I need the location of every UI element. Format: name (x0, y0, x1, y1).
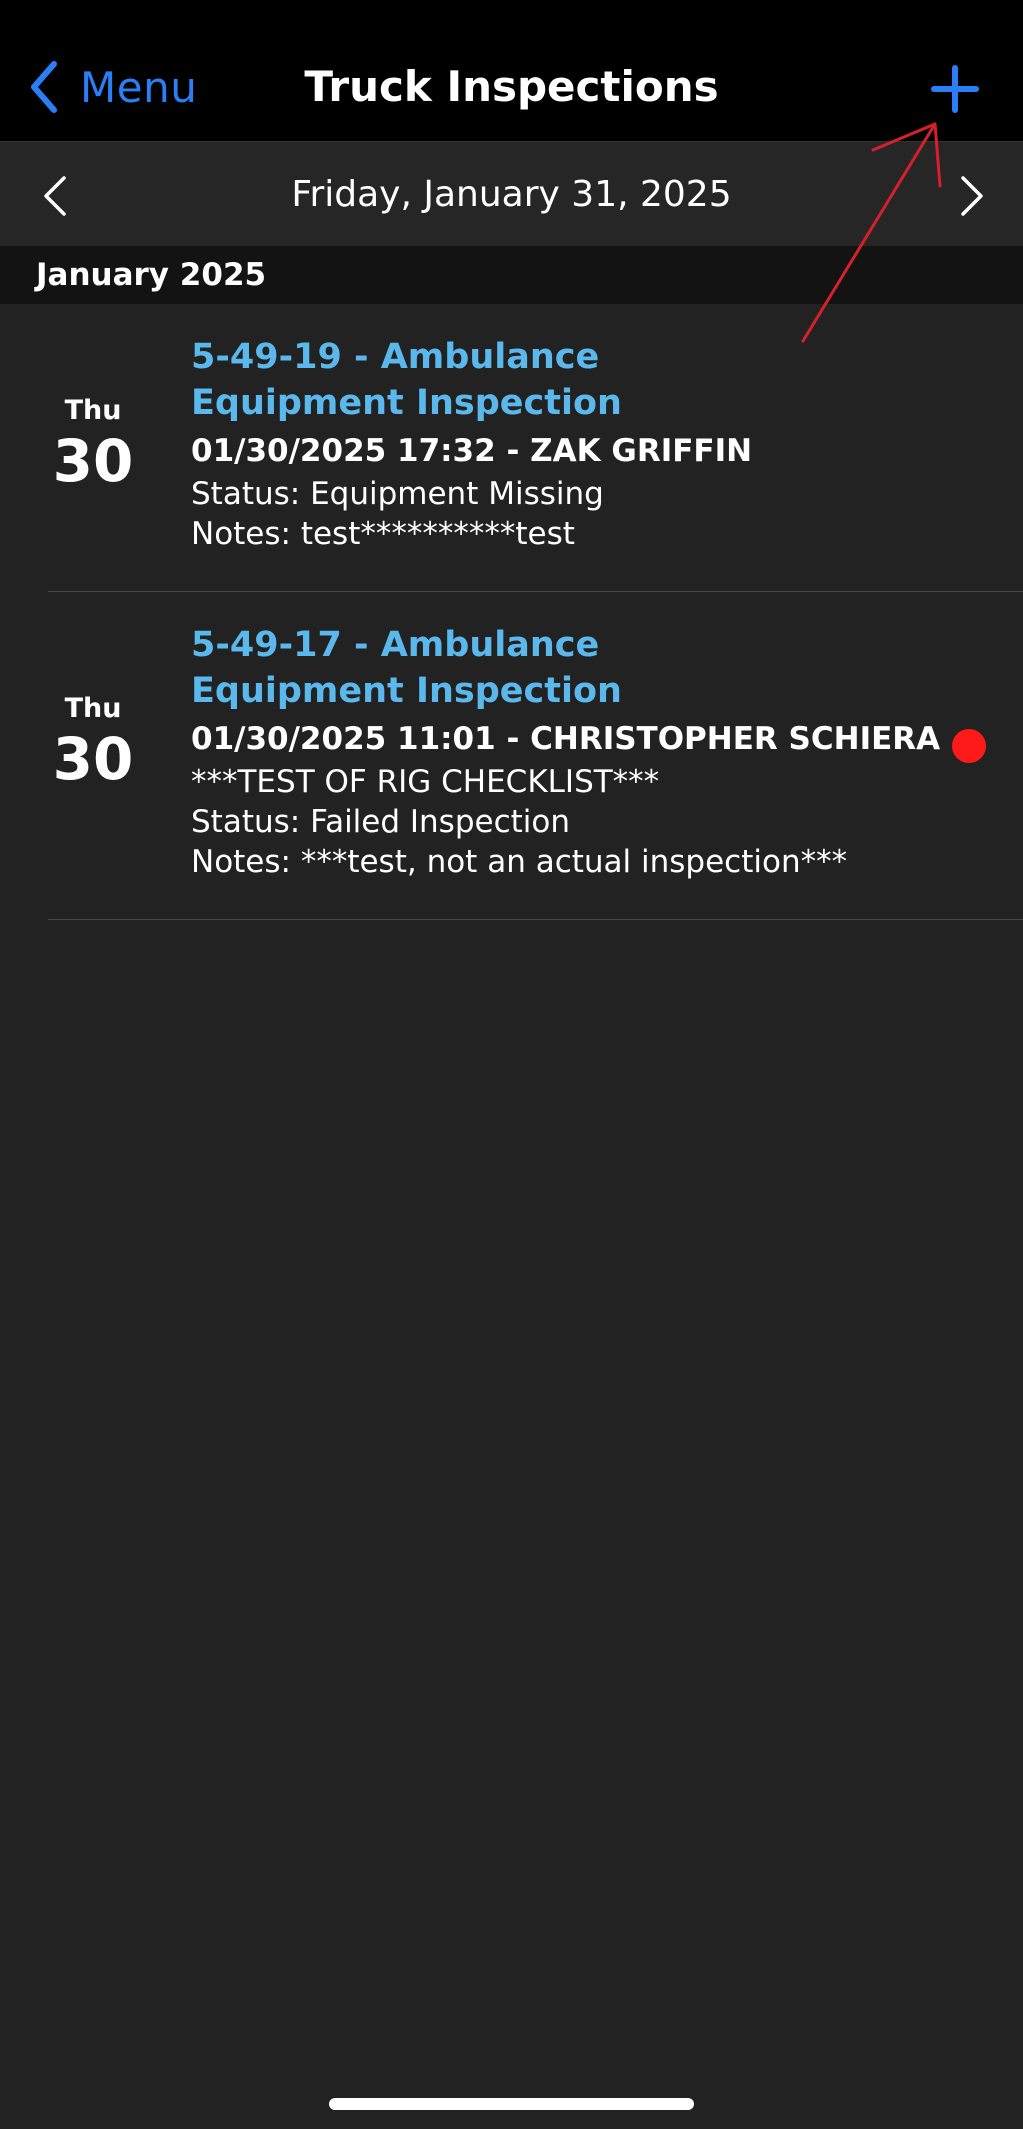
day-of-week: Thu (64, 693, 122, 724)
month-section-header: January 2025 (0, 246, 1023, 304)
inspection-title: Equipment Inspection (191, 671, 622, 711)
date-navigation-bar: Friday, January 31, 2025 (0, 141, 1023, 247)
inspection-date-column: Thu 30 (28, 394, 158, 494)
failed-status-dot (952, 729, 986, 763)
inspection-content: 5-49-19 - Ambulance Equipment Inspection… (191, 334, 963, 554)
inspection-list: Thu 30 5-49-19 - Ambulance Equipment Ins… (0, 304, 1023, 920)
inspection-title: 5-49-17 - Ambulance (191, 625, 600, 665)
menu-back-button[interactable]: Menu (28, 56, 197, 118)
inspection-status: Status: Failed Inspection (191, 804, 571, 840)
day-of-month: 30 (52, 725, 134, 793)
inspection-timestamp-inspector: 01/30/2025 11:01 - CHRISTOPHER SCHIERA (191, 721, 941, 757)
home-indicator[interactable] (329, 2098, 694, 2110)
inspection-notes: Notes: ***test, not an actual inspection… (191, 844, 848, 880)
row-separator (48, 919, 1023, 920)
day-of-month: 30 (52, 427, 134, 495)
inspection-notes: Notes: test**********test (191, 516, 575, 552)
inspection-title: Equipment Inspection (191, 383, 622, 423)
inspection-timestamp-inspector: 01/30/2025 17:32 - ZAK GRIFFIN (191, 433, 753, 469)
current-date-label: Friday, January 31, 2025 (291, 174, 732, 215)
menu-back-label: Menu (80, 62, 198, 112)
chevron-left-icon[interactable] (40, 174, 70, 218)
plus-icon[interactable] (930, 64, 980, 114)
chevron-right-icon[interactable] (957, 174, 987, 218)
navigation-bar: Menu Truck Inspections (0, 0, 1023, 141)
inspection-title: 5-49-19 - Ambulance (191, 337, 600, 377)
inspection-row[interactable]: Thu 30 5-49-19 - Ambulance Equipment Ins… (0, 304, 1023, 592)
month-section-label: January 2025 (36, 257, 267, 293)
inspection-row[interactable]: Thu 30 5-49-17 - Ambulance Equipment Ins… (0, 592, 1023, 920)
chevron-left-icon (31, 61, 57, 113)
inspection-content: 5-49-17 - Ambulance Equipment Inspection… (191, 622, 963, 882)
inspection-date-column: Thu 30 (28, 692, 158, 792)
inspection-description: ***TEST OF RIG CHECKLIST*** (191, 764, 660, 800)
day-of-week: Thu (64, 395, 122, 426)
inspection-status: Status: Equipment Missing (191, 476, 604, 512)
